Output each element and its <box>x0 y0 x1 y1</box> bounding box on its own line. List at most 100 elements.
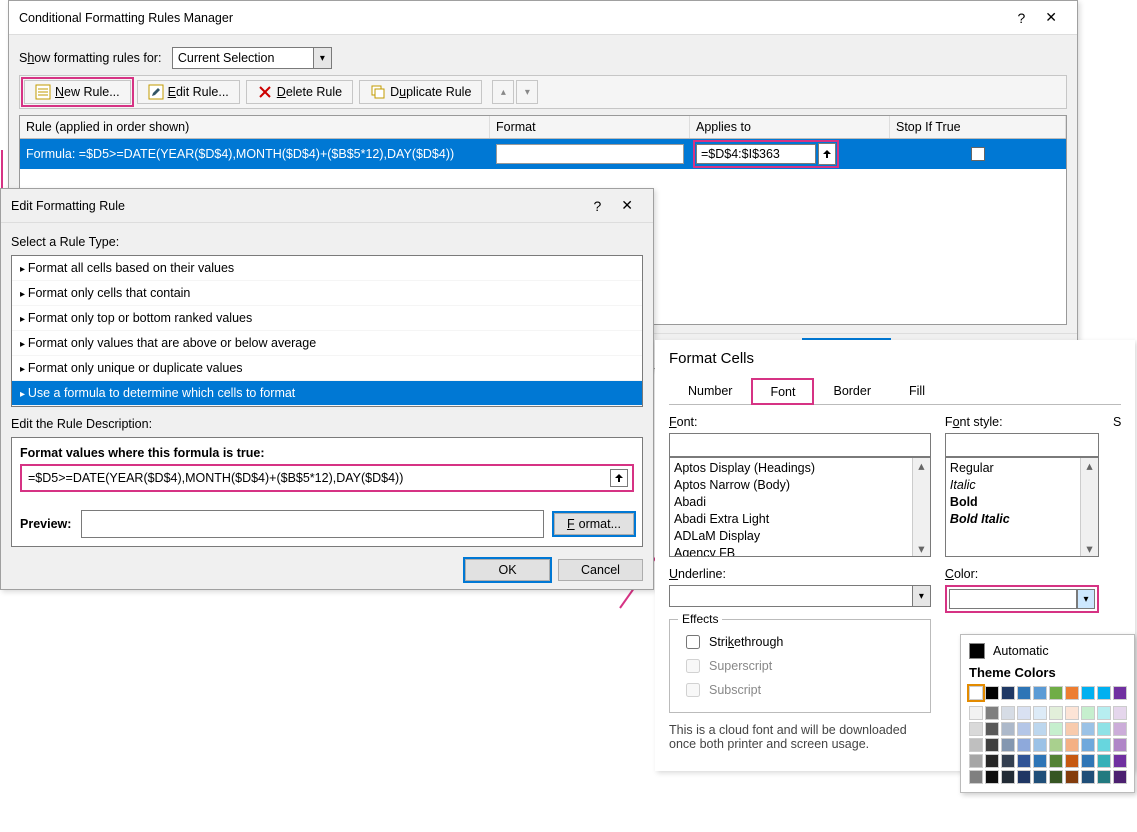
color-swatch[interactable] <box>1097 738 1111 752</box>
color-swatch[interactable] <box>1033 686 1047 700</box>
color-swatch[interactable] <box>1081 738 1095 752</box>
color-swatch[interactable] <box>1081 770 1095 784</box>
color-swatch[interactable] <box>1001 770 1015 784</box>
rule-type-item[interactable]: Format only cells that contain <box>12 281 642 306</box>
rule-type-item[interactable]: Format only unique or duplicate values <box>12 356 642 381</box>
superscript-checkbox[interactable]: Superscript <box>682 656 918 676</box>
color-swatch[interactable] <box>1033 706 1047 720</box>
tab-font[interactable]: Font <box>751 378 814 405</box>
automatic-color[interactable]: Automatic <box>969 643 1126 659</box>
color-swatch[interactable] <box>1001 754 1015 768</box>
color-swatch[interactable] <box>985 706 999 720</box>
color-swatch[interactable] <box>985 738 999 752</box>
scope-select[interactable]: ▾ <box>172 47 332 69</box>
color-swatch[interactable] <box>969 686 983 700</box>
color-select[interactable]: ▾ <box>945 585 1099 613</box>
color-dropdown[interactable]: Automatic Theme Colors <box>960 634 1135 793</box>
color-swatch[interactable] <box>1049 770 1063 784</box>
font-input[interactable] <box>669 433 931 457</box>
color-swatch[interactable] <box>1033 722 1047 736</box>
color-swatch[interactable] <box>1049 722 1063 736</box>
tab-number[interactable]: Number <box>669 377 751 404</box>
font-style-listbox[interactable]: RegularItalicBoldBold Italic ▴▾ <box>945 457 1099 557</box>
color-swatch[interactable] <box>1097 706 1111 720</box>
color-swatch[interactable] <box>1065 706 1079 720</box>
color-swatch[interactable] <box>1065 738 1079 752</box>
color-swatch[interactable] <box>969 706 983 720</box>
rule-type-item[interactable]: Use a formula to determine which cells t… <box>12 381 642 406</box>
rule-type-listbox[interactable]: Format all cells based on their valuesFo… <box>11 255 643 407</box>
color-swatch[interactable] <box>1113 738 1127 752</box>
color-swatch[interactable] <box>1033 770 1047 784</box>
color-swatch[interactable] <box>1001 686 1015 700</box>
collapse-dialog-icon[interactable] <box>818 143 836 165</box>
rule-type-item[interactable]: Format only top or bottom ranked values <box>12 306 642 331</box>
font-style-input[interactable] <box>945 433 1099 457</box>
color-swatch[interactable] <box>969 754 983 768</box>
applies-to-input[interactable] <box>696 144 816 164</box>
chevron-down-icon[interactable]: ▾ <box>1077 589 1095 609</box>
ok-button[interactable]: OK <box>465 559 550 581</box>
scrollbar[interactable]: ▴▾ <box>912 458 930 556</box>
theme-swatches[interactable] <box>969 686 1126 700</box>
rule-type-item[interactable]: Format only values that are above or bel… <box>12 331 642 356</box>
color-swatch[interactable] <box>1065 722 1079 736</box>
applies-to-input-wrap[interactable] <box>696 143 836 165</box>
color-swatch[interactable] <box>969 770 983 784</box>
color-swatch[interactable] <box>1065 686 1079 700</box>
delete-rule-button[interactable]: Delete Rule <box>246 80 353 104</box>
color-swatch[interactable] <box>1017 686 1031 700</box>
color-swatch[interactable] <box>1049 706 1063 720</box>
chevron-down-icon[interactable]: ▾ <box>912 586 930 606</box>
rule-row[interactable]: Formula: =$D5>=DATE(YEAR($D$4),MONTH($D$… <box>20 139 1066 169</box>
help-button[interactable]: ? <box>1007 8 1035 28</box>
color-swatch[interactable] <box>1097 754 1111 768</box>
underline-select[interactable]: ▾ <box>669 585 931 607</box>
shade-swatches[interactable] <box>969 706 1126 784</box>
color-swatch[interactable] <box>1097 686 1111 700</box>
color-swatch[interactable] <box>1001 722 1015 736</box>
formula-input[interactable] <box>26 470 610 486</box>
color-swatch[interactable] <box>1113 770 1127 784</box>
color-swatch[interactable] <box>1065 754 1079 768</box>
color-swatch[interactable] <box>985 770 999 784</box>
subscript-checkbox[interactable]: Subscript <box>682 680 918 700</box>
color-swatch[interactable] <box>1113 686 1127 700</box>
color-swatch[interactable] <box>1017 706 1031 720</box>
new-rule-button[interactable]: New Rule... <box>24 80 131 104</box>
duplicate-rule-button[interactable]: Duplicate Rule <box>359 80 482 104</box>
color-swatch[interactable] <box>1097 770 1111 784</box>
color-swatch[interactable] <box>1049 738 1063 752</box>
color-swatch[interactable] <box>1113 754 1127 768</box>
tab-fill[interactable]: Fill <box>890 377 944 404</box>
color-swatch[interactable] <box>1065 770 1079 784</box>
color-swatch[interactable] <box>1081 722 1095 736</box>
close-button[interactable]: ✕ <box>611 195 643 216</box>
collapse-dialog-icon[interactable] <box>610 469 628 487</box>
color-swatch[interactable] <box>1017 722 1031 736</box>
color-swatch[interactable] <box>1113 706 1127 720</box>
chevron-down-icon[interactable]: ▾ <box>313 48 331 68</box>
color-swatch[interactable] <box>969 738 983 752</box>
font-listbox[interactable]: Aptos Display (Headings)Aptos Narrow (Bo… <box>669 457 931 557</box>
color-swatch[interactable] <box>1033 738 1047 752</box>
color-swatch[interactable] <box>1017 770 1031 784</box>
color-swatch[interactable] <box>1049 686 1063 700</box>
color-swatch[interactable] <box>1033 754 1047 768</box>
color-swatch[interactable] <box>1001 706 1015 720</box>
color-swatch[interactable] <box>1049 754 1063 768</box>
color-swatch[interactable] <box>1097 722 1111 736</box>
rule-type-item[interactable]: Format all cells based on their values <box>12 256 642 281</box>
close-button[interactable]: ✕ <box>1035 7 1067 28</box>
formula-input-wrap[interactable] <box>20 464 634 492</box>
color-swatch[interactable] <box>1081 754 1095 768</box>
scrollbar[interactable]: ▴▾ <box>1080 458 1098 556</box>
move-up-button[interactable]: ▴ <box>492 80 514 104</box>
color-swatch[interactable] <box>1017 754 1031 768</box>
cancel-button[interactable]: Cancel <box>558 559 643 581</box>
stop-if-true-checkbox[interactable] <box>971 147 985 161</box>
help-button[interactable]: ? <box>583 196 611 216</box>
tab-border[interactable]: Border <box>814 377 890 404</box>
color-swatch[interactable] <box>1081 706 1095 720</box>
color-swatch[interactable] <box>1017 738 1031 752</box>
